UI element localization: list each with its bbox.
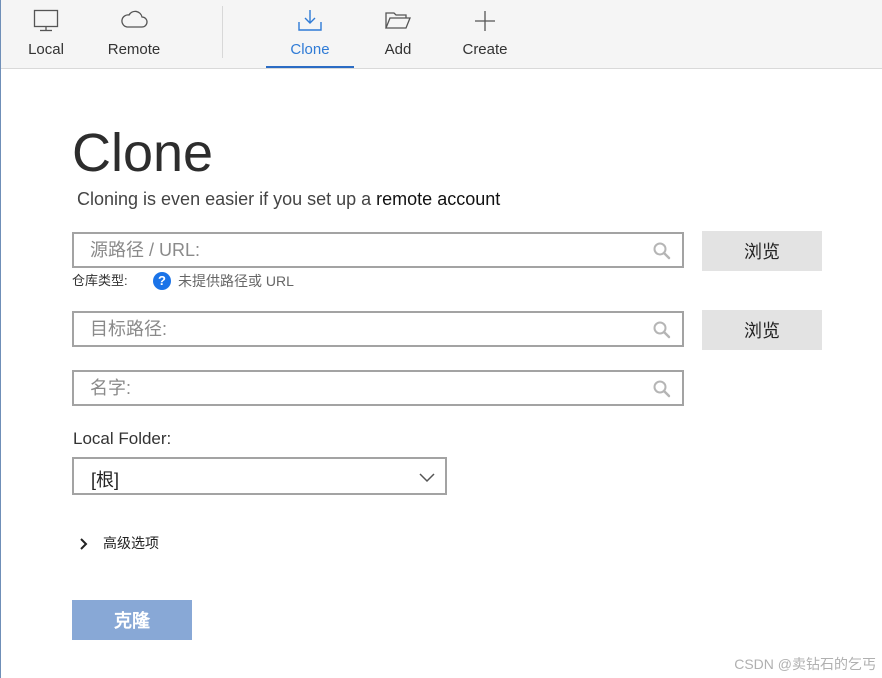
help-icon[interactable]: ? (153, 272, 171, 290)
toolbar-remote-button[interactable]: Remote (100, 0, 168, 68)
repo-type-value: 未提供路径或 URL (178, 273, 294, 289)
name-input[interactable] (90, 372, 640, 404)
toolbar-add-label: Add (384, 41, 412, 58)
toolbar-divider (222, 6, 223, 58)
page-title: Clone (72, 123, 214, 183)
subtitle-text: Cloning is even easier if you set up a (77, 189, 377, 209)
local-folder-value: [根] (91, 470, 120, 490)
toolbar-create-button[interactable]: Create (457, 0, 513, 68)
destination-browse-button[interactable]: 浏览 (702, 310, 822, 350)
search-icon[interactable] (652, 241, 672, 266)
toolbar-clone-button[interactable]: Clone (266, 0, 354, 68)
toolbar-remote-label: Remote (107, 41, 161, 58)
name-field (72, 370, 684, 406)
cloud-icon (120, 9, 148, 36)
source-browse-button[interactable]: 浏览 (702, 231, 822, 271)
toolbar-local-label: Local (28, 41, 64, 58)
source-url-input[interactable] (90, 234, 640, 266)
toolbar-add-button[interactable]: Add (371, 0, 425, 68)
local-folder-label: Local Folder: (73, 429, 172, 448)
destination-path-field (72, 311, 684, 347)
page-subtitle: Cloning is even easier if you set up a r… (77, 188, 500, 210)
destination-path-input[interactable] (90, 313, 640, 345)
toolbar: Local Remote Clone Add Create (1, 0, 882, 69)
repo-type-label: 仓库类型: (72, 273, 128, 288)
app-window: Local Remote Clone Add Create Clone Clon… (0, 0, 882, 678)
toolbar-local-button[interactable]: Local (15, 0, 77, 68)
clone-button[interactable]: 克隆 (72, 600, 192, 640)
plus-icon (473, 9, 497, 38)
search-icon[interactable] (652, 320, 672, 345)
chevron-down-icon (419, 470, 435, 488)
toolbar-create-label: Create (462, 41, 508, 58)
repo-type-row: 仓库类型: ? 未提供路径或 URL (72, 272, 294, 290)
source-url-field (72, 232, 684, 268)
remote-account-link[interactable]: remote account (376, 189, 500, 209)
search-icon[interactable] (652, 379, 672, 404)
watermark: CSDN @卖钻石的乞丐 (734, 656, 876, 672)
advanced-options-label: 高级选项 (103, 535, 159, 551)
monitor-icon (33, 9, 59, 38)
toolbar-clone-label: Clone (290, 41, 330, 58)
local-folder-select[interactable]: [根] (72, 457, 447, 495)
chevron-right-icon (79, 537, 89, 555)
folder-open-icon (384, 9, 412, 36)
download-icon (297, 9, 323, 38)
